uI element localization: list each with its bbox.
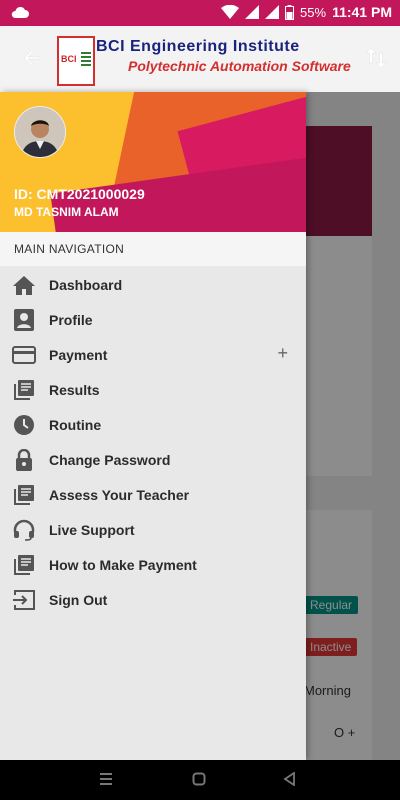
home-button-icon[interactable] [192,772,206,786]
battery-percent: 55% [300,4,327,20]
wifi-icon [221,5,240,19]
logo-text: BCI [61,54,77,64]
student-name: MD TASNIM ALAM [14,205,119,219]
nav-item-label: Change Password [49,452,171,468]
library-icon [14,555,34,575]
section-label-text: MAIN NAVIGATION [14,242,125,256]
back-arrow-icon[interactable] [20,46,44,70]
nav-item-assess-teacher[interactable]: Assess Your Teacher [0,478,306,513]
nav-item-label: How to Make Payment [49,557,197,573]
nav-item-label: Live Support [49,522,135,538]
app-header: BCI BCI Engineering Institute Polytechni… [0,26,400,93]
lock-icon [16,449,32,471]
battery-icon [285,4,295,20]
sort-icon[interactable] [364,44,388,72]
exit-icon [13,590,35,610]
menu-icon[interactable] [99,772,113,786]
nav-item-label: Routine [49,417,102,433]
nav-item-label: Payment [49,347,108,363]
nav-item-routine[interactable]: Routine [0,408,306,443]
nav-item-profile[interactable]: Profile [0,303,306,338]
app-subtitle: Polytechnic Automation Software [128,58,351,74]
home-icon [13,276,35,295]
navigation-drawer: ID: CMT2021000029 MD TASNIM ALAM MAIN NA… [0,92,306,760]
status-bar: 55% 11:41 PM [0,0,400,26]
expand-plus-icon[interactable]: + [277,343,288,364]
library-icon [14,485,34,505]
nav-item-live-support[interactable]: Live Support [0,513,306,548]
institute-logo: BCI [57,36,95,86]
nav-item-label: Sign Out [49,592,108,608]
nav-item-payment[interactable]: Payment + [0,338,306,373]
student-id: ID: CMT2021000029 [14,186,145,202]
headset-icon [13,519,35,541]
card-icon [12,346,36,364]
signal-icon [245,5,260,19]
nav-item-label: Results [49,382,100,398]
drawer-header: ID: CMT2021000029 MD TASNIM ALAM [0,92,306,232]
nav-item-label: Profile [49,312,93,328]
back-button-icon[interactable] [283,772,295,786]
nav-item-label: Assess Your Teacher [49,487,190,503]
section-label: MAIN NAVIGATION [0,232,306,266]
system-nav-bar [0,760,400,800]
clock-time: 11:41 PM [332,4,392,20]
nav-item-sign-out[interactable]: Sign Out [0,583,306,618]
signal-icon [265,5,280,19]
nav-item-how-to-pay[interactable]: How to Make Payment [0,548,306,583]
person-icon [14,309,34,331]
avatar[interactable] [14,106,66,158]
library-icon [14,380,34,400]
nav-item-label: Dashboard [49,277,123,293]
nav-item-dashboard[interactable]: Dashboard [0,268,306,303]
clock-icon [14,415,34,435]
nav-item-results[interactable]: Results [0,373,306,408]
nav-item-change-password[interactable]: Change Password [0,443,306,478]
app-title: BCI Engineering Institute [96,38,300,55]
cloud-icon [11,6,30,18]
nav-menu: Dashboard Profile Payment + Results Rout… [0,268,306,618]
